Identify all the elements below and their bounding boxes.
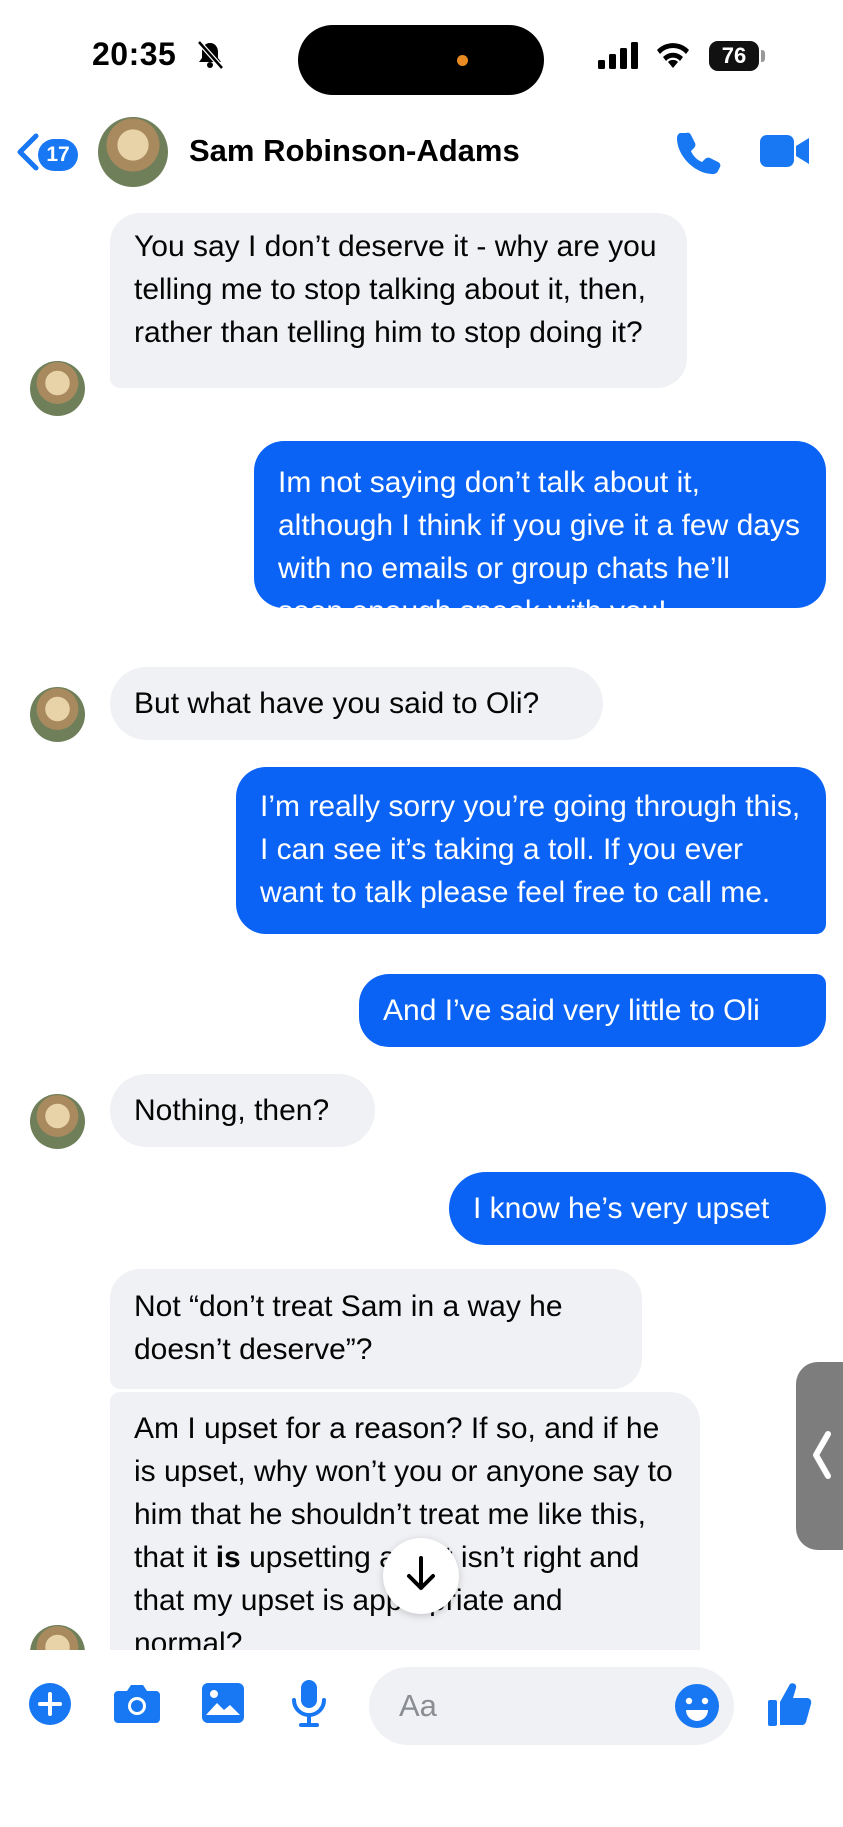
microphone-icon[interactable] — [290, 1678, 328, 1733]
status-bar: 20:35 76 — [0, 0, 843, 100]
video-camera-icon[interactable] — [758, 133, 812, 174]
message-bubble-outgoing[interactable]: Im not saying don’t talk about it, altho… — [254, 441, 826, 628]
message-bubble-incoming[interactable]: Am I upset for a reason? If so, and if h… — [110, 1392, 700, 1650]
message-bubble-outgoing[interactable]: I’m really sorry you’re going through th… — [236, 767, 826, 934]
message-input-placeholder: Aa — [399, 1688, 437, 1723]
muted-bell-icon — [196, 40, 224, 75]
smiley-icon[interactable] — [674, 1683, 720, 1734]
sender-avatar — [30, 361, 85, 416]
sender-avatar — [30, 1625, 85, 1650]
battery-nub — [761, 50, 765, 62]
message-composer: Aa — [0, 1650, 843, 1827]
chevron-left-icon — [14, 132, 40, 177]
thumbs-up-icon[interactable] — [766, 1680, 814, 1733]
plus-icon[interactable] — [28, 1682, 72, 1731]
status-time: 20:35 — [92, 36, 177, 72]
message-bubble-incoming[interactable]: But what have you said to Oli? — [110, 667, 603, 740]
wifi-icon — [655, 40, 691, 75]
side-drawer-handle[interactable] — [796, 1362, 843, 1550]
message-text-bold: is — [215, 1541, 241, 1574]
unread-count-badge: 17 — [38, 138, 78, 171]
sender-avatar — [30, 687, 85, 742]
battery-indicator: 76 — [709, 41, 759, 71]
camera-icon[interactable] — [112, 1683, 162, 1730]
message-list[interactable]: You say I don’t deserve it - why are you… — [0, 205, 843, 1650]
photo-icon[interactable] — [200, 1681, 246, 1730]
phone-icon[interactable] — [676, 129, 722, 180]
contact-avatar[interactable] — [98, 117, 168, 187]
message-bubble-outgoing[interactable]: I know he’s very upset — [449, 1172, 826, 1245]
back-button[interactable]: 17 — [14, 132, 78, 177]
contact-name[interactable]: Sam Robinson-Adams — [189, 133, 520, 169]
message-bubble-incoming[interactable]: You say I don’t deserve it - why are you… — [110, 213, 687, 388]
message-bubble-incoming[interactable]: Nothing, then? — [110, 1074, 375, 1147]
cellular-signal-icon — [598, 42, 642, 75]
message-bubble-incoming[interactable]: Not “don’t treat Sam in a way he doesn’t… — [110, 1269, 642, 1389]
arrow-down-icon — [404, 1555, 438, 1598]
message-bubble-outgoing[interactable]: And I’ve said very little to Oli — [359, 974, 826, 1047]
chat-header: 17 Sam Robinson-Adams — [0, 100, 843, 205]
scroll-to-bottom-button[interactable] — [383, 1538, 459, 1614]
dynamic-island — [298, 25, 544, 95]
sender-avatar — [30, 1094, 85, 1149]
